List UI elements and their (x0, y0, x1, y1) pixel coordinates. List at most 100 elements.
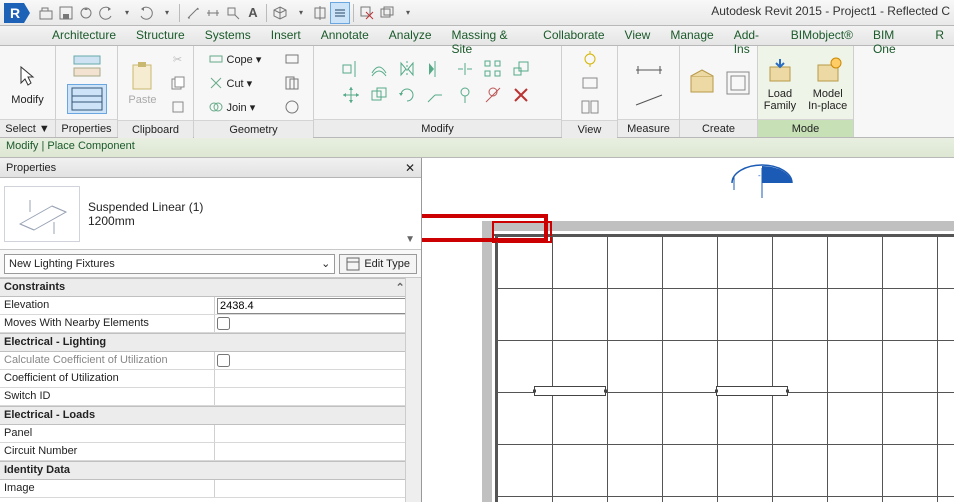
instance-filter-combo[interactable]: New Lighting Fixtures ⌄ (4, 254, 335, 274)
view-icon-1[interactable] (579, 48, 601, 70)
chevron-down-icon: ⌄ (321, 257, 330, 270)
panel-measure-label: Measure (618, 119, 679, 137)
group-identity[interactable]: Identity Data⌃ (0, 461, 421, 480)
drawing-canvas[interactable]: - (422, 158, 954, 502)
svg-text:-: - (758, 171, 761, 180)
tab-bimobject[interactable]: BIMobject® (781, 26, 863, 45)
panel-select-label[interactable]: Select ▼ (0, 119, 55, 137)
moves-checkbox[interactable] (217, 317, 230, 330)
type-dropdown-icon[interactable]: ▼ (405, 234, 415, 245)
tab-extra[interactable]: R (925, 26, 954, 45)
group-elec-light[interactable]: Electrical - Lighting⌃ (0, 333, 421, 352)
rotate-icon[interactable] (396, 84, 418, 106)
view-icon-2[interactable] (579, 72, 601, 94)
align-icon[interactable] (340, 58, 362, 80)
create-icon-2[interactable] (723, 66, 753, 100)
offset-icon[interactable] (368, 58, 390, 80)
redo-dropdown[interactable] (156, 2, 176, 24)
close-inactive-icon[interactable] (357, 2, 377, 24)
elevation-input[interactable] (217, 298, 419, 314)
tab-annotate[interactable]: Annotate (311, 26, 379, 45)
measure-icon[interactable] (183, 2, 203, 24)
copy-icon[interactable] (167, 72, 189, 94)
join-label: Join ▾ (227, 101, 256, 114)
tab-collaborate[interactable]: Collaborate (533, 26, 614, 45)
tab-bimone[interactable]: BIM One (863, 26, 925, 45)
tab-insert[interactable]: Insert (261, 26, 311, 45)
svg-text:R: R (10, 5, 20, 21)
image-label: Image (0, 480, 215, 497)
edit-type-button[interactable]: Edit Type (339, 254, 417, 274)
geom-icon-b[interactable] (281, 72, 303, 94)
move-icon[interactable] (340, 84, 362, 106)
switch-dropdown[interactable] (397, 2, 417, 24)
mirror-axis-icon[interactable] (396, 58, 418, 80)
moves-label: Moves With Nearby Elements (0, 315, 215, 332)
tag-icon[interactable] (223, 2, 243, 24)
tab-structure[interactable]: Structure (126, 26, 195, 45)
properties-palette: Properties ✕ Suspended Linear (1) 1200mm… (0, 158, 422, 502)
fixture-1[interactable] (534, 386, 606, 396)
trim-icon[interactable] (424, 84, 446, 106)
undo-dropdown[interactable] (116, 2, 136, 24)
delete-icon[interactable] (510, 84, 532, 106)
undo-icon[interactable] (96, 2, 116, 24)
properties-icon-1[interactable] (67, 52, 107, 82)
save-icon[interactable] (56, 2, 76, 24)
copy-mod-icon[interactable] (368, 84, 390, 106)
palette-scrollbar[interactable] (405, 278, 421, 502)
cut-geom-button[interactable]: Cut ▾ (205, 72, 277, 94)
tab-view[interactable]: View (615, 26, 661, 45)
3d-view-icon[interactable] (270, 2, 290, 24)
matchtype-icon[interactable] (167, 96, 189, 118)
view-icon-3[interactable] (579, 96, 601, 118)
split-icon[interactable] (454, 58, 476, 80)
group-constraints[interactable]: Constraints⌃ ⌃ (0, 278, 421, 297)
app-menu-button[interactable]: R (2, 1, 32, 25)
fixture-2[interactable] (716, 386, 788, 396)
array-icon[interactable] (482, 58, 504, 80)
edit-type-label: Edit Type (364, 258, 410, 270)
tab-architecture[interactable]: Architecture (42, 26, 126, 45)
create-icon-1[interactable] (685, 66, 719, 100)
3d-dropdown[interactable] (290, 2, 310, 24)
thin-lines-icon[interactable] (330, 2, 350, 24)
measure-btn[interactable] (629, 55, 669, 85)
cut-icon[interactable]: ✂ (167, 48, 189, 70)
open-icon[interactable] (36, 2, 56, 24)
mirror-pick-icon[interactable] (424, 58, 446, 80)
paste-button[interactable]: Paste (123, 58, 163, 108)
measure-btn2[interactable] (629, 89, 669, 111)
pin-icon[interactable] (454, 84, 476, 106)
align-dim-icon[interactable] (203, 2, 223, 24)
cope-button[interactable]: Cope ▾ (205, 48, 277, 70)
geom-icon-a[interactable] (281, 48, 303, 70)
switch-windows-icon[interactable] (377, 2, 397, 24)
model-inplace-button[interactable]: Model In-place (804, 52, 851, 114)
load-family-button[interactable]: Load Family (760, 52, 800, 114)
tab-manage[interactable]: Manage (660, 26, 723, 45)
tab-analyze[interactable]: Analyze (379, 26, 442, 45)
modify-tool[interactable]: Modify (7, 58, 47, 108)
geom-icon-c[interactable] (281, 96, 303, 118)
redo-icon[interactable] (136, 2, 156, 24)
view-compass[interactable]: - (722, 158, 802, 208)
scale-icon[interactable] (510, 58, 532, 80)
text-icon[interactable]: A (243, 2, 263, 24)
section-icon[interactable] (310, 2, 330, 24)
palette-close-icon[interactable]: ✕ (405, 161, 415, 175)
type-selector[interactable]: Suspended Linear (1) 1200mm ▼ (0, 178, 421, 250)
panel-properties-label: Properties (56, 119, 117, 137)
calc-coef-checkbox[interactable] (217, 354, 230, 367)
properties-icon-2[interactable] (67, 84, 107, 114)
row-moves: Moves With Nearby Elements (0, 315, 421, 333)
tab-systems[interactable]: Systems (195, 26, 261, 45)
tab-addins[interactable]: Add-Ins (724, 26, 781, 45)
group-elec-loads[interactable]: Electrical - Loads⌃ (0, 406, 421, 425)
panel-create-label: Create (680, 119, 757, 137)
join-button[interactable]: Join ▾ (205, 96, 277, 118)
annotation-room-highlight (492, 221, 552, 243)
unpin-icon[interactable] (482, 84, 504, 106)
tab-massing[interactable]: Massing & Site (442, 26, 534, 45)
sync-icon[interactable] (76, 2, 96, 24)
